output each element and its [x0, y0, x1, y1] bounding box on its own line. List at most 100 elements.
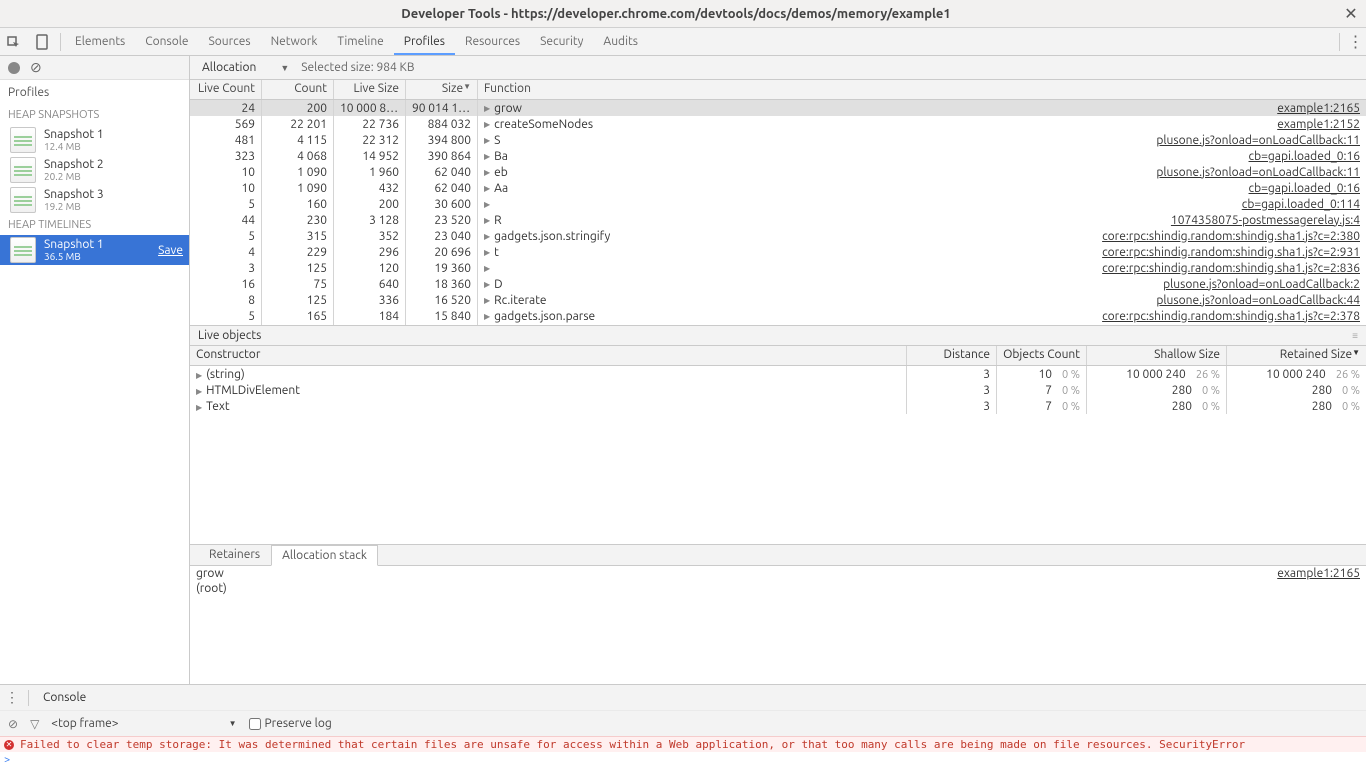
menu-icon[interactable]: ⋮	[1344, 32, 1366, 51]
col-objects-count[interactable]: Objects Count	[996, 346, 1086, 365]
expand-icon[interactable]: ▶	[484, 312, 490, 321]
live-object-row[interactable]: ▶HTMLDivElement370 %2800 %2800 %	[190, 382, 1366, 398]
allocation-row[interactable]: 516518415 840▶gadgets.json.parsecore:rpc…	[190, 308, 1366, 324]
tab-network[interactable]: Network	[261, 28, 328, 55]
expand-icon[interactable]: ▶	[484, 264, 490, 273]
cell-size: 16 520	[406, 292, 478, 308]
source-link[interactable]: plusone.js?onload=onLoadCallback:11	[1156, 166, 1360, 179]
allocation-row[interactable]: 167564018 360▶Dplusone.js?onload=onLoadC…	[190, 276, 1366, 292]
col-live-size[interactable]: Live Size	[334, 80, 406, 99]
expand-icon[interactable]: ▶	[484, 104, 490, 113]
console-tab[interactable]: Console	[33, 691, 96, 704]
source-link[interactable]: 1074358075-postmessagerelay.js:4	[1171, 214, 1360, 227]
tab-audits[interactable]: Audits	[593, 28, 648, 55]
allocation-row[interactable]: 2420010 000 80090 014 160▶growexample1:2…	[190, 100, 1366, 116]
expand-icon[interactable]: ▶	[484, 216, 490, 225]
allocation-row[interactable]: 56922 20122 736884 032▶createSomeNodesex…	[190, 116, 1366, 132]
tab-console[interactable]: Console	[135, 28, 198, 55]
expand-icon[interactable]: ▶	[484, 168, 490, 177]
expand-icon[interactable]: ▶	[196, 387, 202, 396]
view-dropdown[interactable]: Allocation▼	[202, 61, 289, 74]
function-name: Rc.iterate	[494, 294, 546, 307]
clear-console-icon[interactable]: ⊘	[8, 717, 18, 731]
stack-link[interactable]: example1:2165	[1277, 567, 1360, 580]
col-size[interactable]: Size▼	[406, 80, 478, 99]
expand-icon[interactable]: ▶	[484, 200, 490, 209]
col-count[interactable]: Count	[262, 80, 334, 99]
expand-icon[interactable]: ▶	[484, 152, 490, 161]
expand-icon[interactable]: ▶	[484, 296, 490, 305]
source-link[interactable]: plusone.js?onload=onLoadCallback:11	[1156, 134, 1360, 147]
tab-elements[interactable]: Elements	[65, 28, 135, 55]
menu-icon[interactable]: ≡	[1352, 326, 1358, 345]
tab-resources[interactable]: Resources	[455, 28, 530, 55]
source-link[interactable]: core:rpc:shindig.random:shindig.sha1.js?…	[1102, 262, 1360, 275]
tab-profiles[interactable]: Profiles	[394, 28, 455, 55]
col-retained-size[interactable]: Retained Size ▼	[1226, 346, 1366, 365]
preserve-log-input[interactable]	[249, 718, 261, 730]
allocation-row[interactable]: 812533616 520▶Rc.iterateplusone.js?onloa…	[190, 292, 1366, 308]
allocation-row[interactable]: 312512019 360▶core:rpc:shindig.random:sh…	[190, 260, 1366, 276]
allocation-row[interactable]: 3234 06814 952390 864▶Bacb=gapi.loaded_0…	[190, 148, 1366, 164]
allocation-row[interactable]: 516020030 600▶cb=gapi.loaded_0:114	[190, 196, 1366, 212]
allocation-row[interactable]: 101 09043262 040▶Aacb=gapi.loaded_0:16	[190, 180, 1366, 196]
stack-frame[interactable]: growexample1:2165	[190, 566, 1366, 581]
stack-frame[interactable]: (root)	[190, 581, 1366, 596]
col-live-count[interactable]: Live Count	[190, 80, 262, 99]
expand-icon[interactable]: ▶	[484, 184, 490, 193]
source-link[interactable]: core:rpc:shindig.random:shindig.sha1.js?…	[1102, 230, 1360, 243]
tab-security[interactable]: Security	[530, 28, 593, 55]
source-link[interactable]: cb=gapi.loaded_0:16	[1249, 150, 1360, 163]
close-icon[interactable]: ✕	[1344, 4, 1358, 23]
source-link[interactable]: core:rpc:shindig.random:shindig.sha1.js?…	[1102, 246, 1360, 259]
source-link[interactable]: cb=gapi.loaded_0:114	[1242, 198, 1360, 211]
menu-icon[interactable]: ⋮	[0, 689, 24, 706]
expand-icon[interactable]: ▶	[484, 280, 490, 289]
console-drawer-tabs: ⋮ Console	[0, 684, 1366, 710]
allocation-row[interactable]: 442303 12823 520▶R1074358075-postmessage…	[190, 212, 1366, 228]
source-link[interactable]: cb=gapi.loaded_0:16	[1249, 182, 1360, 195]
filter-icon[interactable]: ▽	[30, 717, 39, 731]
expand-icon[interactable]: ▶	[484, 120, 490, 129]
tab-timeline[interactable]: Timeline	[327, 28, 393, 55]
snapshot-item[interactable]: Snapshot 220.2 MB	[0, 155, 189, 185]
clear-icon[interactable]: ⊘	[30, 59, 42, 76]
expand-icon[interactable]: ▶	[484, 136, 490, 145]
live-object-row[interactable]: ▶Text370 %2800 %2800 %	[190, 398, 1366, 414]
snapshot-item[interactable]: Snapshot 112.4 MB	[0, 125, 189, 155]
source-link[interactable]: plusone.js?onload=onLoadCallback:44	[1156, 294, 1360, 307]
col-constructor[interactable]: Constructor	[190, 346, 906, 365]
allocation-row[interactable]: 4814 11522 312394 800▶Splusone.js?onload…	[190, 132, 1366, 148]
preserve-log-checkbox[interactable]: Preserve log	[249, 717, 332, 730]
cell-live-size: 1 960	[334, 164, 406, 180]
source-link[interactable]: core:rpc:shindig.random:shindig.sha1.js?…	[1102, 310, 1360, 323]
tab-sources[interactable]: Sources	[198, 28, 260, 55]
cell-size: 30 600	[406, 196, 478, 212]
col-distance[interactable]: Distance	[906, 346, 996, 365]
allocation-row[interactable]: 055014 120▶cb=gapi.loaded_1:143	[190, 324, 1366, 325]
frame-dropdown[interactable]: <top frame>▼	[51, 717, 236, 730]
device-icon[interactable]	[28, 33, 56, 50]
expand-icon[interactable]: ▶	[484, 248, 490, 257]
record-icon[interactable]	[8, 62, 20, 74]
source-link[interactable]: example1:2152	[1277, 118, 1360, 131]
col-function[interactable]: Function	[478, 80, 1366, 99]
tab-allocation-stack[interactable]: Allocation stack	[271, 545, 378, 566]
source-link[interactable]: plusone.js?onload=onLoadCallback:2	[1163, 278, 1360, 291]
save-link[interactable]: Save	[158, 244, 183, 257]
snapshot-item[interactable]: Snapshot 319.2 MB	[0, 185, 189, 215]
expand-icon[interactable]: ▶	[484, 232, 490, 241]
allocation-row[interactable]: 101 0901 96062 040▶ebplusone.js?onload=o…	[190, 164, 1366, 180]
console-prompt[interactable]: >	[0, 752, 1366, 768]
col-shallow-size[interactable]: Shallow Size	[1086, 346, 1226, 365]
cell-size: 390 864	[406, 148, 478, 164]
tab-retainers[interactable]: Retainers	[198, 544, 271, 565]
inspect-icon[interactable]	[0, 33, 28, 49]
source-link[interactable]: example1:2165	[1277, 102, 1360, 115]
live-object-row[interactable]: ▶(string)3100 %10 000 24026 %10 000 2402…	[190, 366, 1366, 382]
expand-icon[interactable]: ▶	[196, 371, 202, 380]
timeline-item[interactable]: Snapshot 136.5 MB Save	[0, 235, 189, 265]
allocation-row[interactable]: 422929620 696▶tcore:rpc:shindig.random:s…	[190, 244, 1366, 260]
allocation-row[interactable]: 531535223 040▶gadgets.json.stringifycore…	[190, 228, 1366, 244]
expand-icon[interactable]: ▶	[196, 403, 202, 412]
